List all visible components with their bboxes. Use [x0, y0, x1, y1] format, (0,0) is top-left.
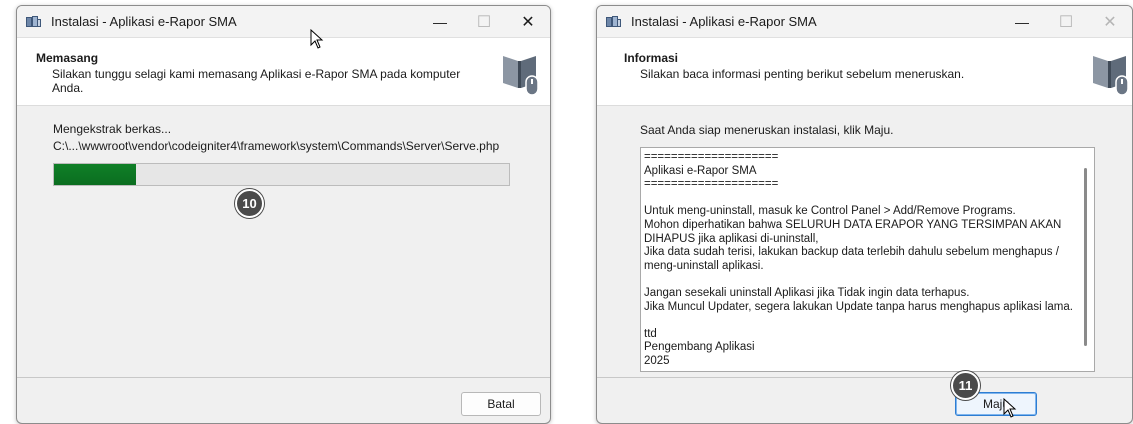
info-memo-box[interactable]: ==================== Aplikasi e-Rapor SM…	[640, 147, 1095, 372]
footer-divider	[17, 377, 550, 378]
minimize-button[interactable]: —	[1000, 6, 1044, 38]
install-progress-bar	[53, 163, 510, 186]
installer-window-information: Instalasi - Aplikasi e-Rapor SMA — ☐ ✕ I…	[596, 5, 1133, 424]
app-installer-icon	[606, 15, 622, 29]
info-intro-text: Saat Anda siap meneruskan instalasi, kli…	[640, 123, 894, 137]
minimize-button[interactable]: —	[418, 6, 462, 38]
book-mouse-graphic	[503, 56, 539, 96]
caption-buttons: — ☐ ✕	[1000, 6, 1132, 38]
page-title: Informasi	[624, 51, 679, 65]
window-title: Instalasi - Aplikasi e-Rapor SMA	[51, 14, 237, 29]
page-title: Memasang	[36, 51, 99, 65]
page-description: Silakan baca informasi penting berikut s…	[640, 67, 965, 81]
mouse-cursor-icon	[1003, 398, 1017, 418]
wizard-header: Informasi Silakan baca informasi penting…	[597, 38, 1132, 106]
close-button[interactable]: ✕	[1088, 6, 1132, 38]
progress-fill	[54, 164, 136, 185]
info-memo-text: ==================== Aplikasi e-Rapor SM…	[644, 151, 1073, 367]
book-mouse-graphic	[1093, 56, 1129, 96]
title-bar[interactable]: Instalasi - Aplikasi e-Rapor SMA — ☐ ✕	[17, 6, 550, 38]
window-title: Instalasi - Aplikasi e-Rapor SMA	[631, 14, 817, 29]
wizard-header: Memasang Silakan tunggu selagi kami mema…	[17, 38, 550, 106]
memo-scrollbar-thumb[interactable]	[1084, 168, 1087, 346]
close-button[interactable]: ✕	[506, 6, 550, 38]
cancel-button[interactable]: Batal	[461, 392, 541, 416]
step-badge: 10	[235, 189, 264, 218]
wizard-content: Saat Anda siap meneruskan instalasi, kli…	[597, 107, 1132, 372]
wizard-content: Mengekstrak berkas... C:\...\wwwroot\ven…	[17, 107, 550, 369]
caption-buttons: — ☐ ✕	[418, 6, 550, 38]
footer-divider	[597, 377, 1132, 378]
page-description: Silakan tunggu selagi kami memasang Apli…	[52, 67, 461, 95]
status-file-path: C:\...\wwwroot\vendor\codeigniter4\frame…	[53, 139, 500, 153]
maximize-button[interactable]: ☐	[1044, 6, 1088, 38]
title-bar[interactable]: Instalasi - Aplikasi e-Rapor SMA — ☐ ✕	[597, 6, 1132, 38]
mouse-cursor-icon	[310, 29, 324, 49]
maximize-button[interactable]: ☐	[462, 6, 506, 38]
installer-window-installing: Instalasi - Aplikasi e-Rapor SMA — ☐ ✕ M…	[16, 5, 551, 424]
app-installer-icon	[26, 15, 42, 29]
status-label: Mengekstrak berkas...	[53, 122, 172, 136]
memo-scrollbar[interactable]	[1077, 148, 1094, 371]
step-badge: 11	[951, 371, 980, 400]
